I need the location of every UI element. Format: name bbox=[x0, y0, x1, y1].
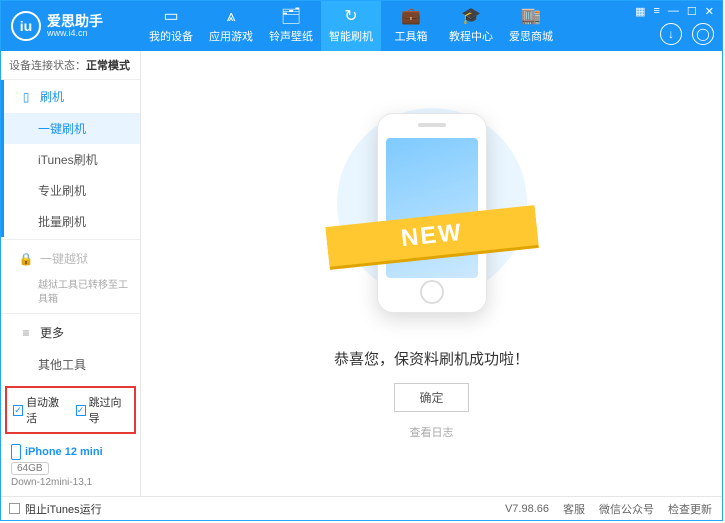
phone-icon: ▯ bbox=[18, 90, 34, 104]
tab-smart-flash[interactable]: ↻智能刷机 bbox=[321, 1, 381, 51]
main-panel: NEW 恭喜您，保资料刷机成功啦！ 确定 查看日志 bbox=[141, 51, 722, 496]
sidebar-section-more: ≡ 更多 其他工具 下载固件 高级功能 bbox=[1, 316, 140, 384]
tab-toolbox[interactable]: 💼工具箱 bbox=[381, 1, 441, 51]
maximize-button[interactable]: ☐ bbox=[687, 5, 697, 18]
sidebar-item-itunes-flash[interactable]: iTunes刷机 bbox=[4, 144, 140, 175]
device-subtitle: Down-12mini-13,1 bbox=[11, 477, 130, 488]
sidebar-header-flash[interactable]: ▯ 刷机 bbox=[4, 80, 140, 113]
store-icon: 🏬 bbox=[521, 8, 541, 28]
sidebar-header-jailbreak[interactable]: 🔒 一键越狱 bbox=[4, 242, 140, 275]
close-button[interactable]: ✕ bbox=[705, 5, 714, 18]
briefcase-icon: 💼 bbox=[401, 8, 421, 28]
check-update-link[interactable]: 检查更新 bbox=[668, 501, 712, 517]
logo: iu 爱思助手 www.i4.cn bbox=[1, 11, 141, 41]
checkbox-block-itunes[interactable]: 阻止iTunes运行 bbox=[9, 501, 102, 517]
tab-tutorials[interactable]: 🎓教程中心 bbox=[441, 1, 501, 51]
skin-button[interactable]: ▦ bbox=[635, 5, 645, 18]
sidebar-section-flash: ▯ 刷机 一键刷机 iTunes刷机 专业刷机 批量刷机 bbox=[1, 80, 140, 237]
minimize-button[interactable]: — bbox=[668, 5, 679, 18]
jailbreak-note: 越狱工具已转移至工具箱 bbox=[4, 275, 140, 311]
grad-cap-icon: 🎓 bbox=[461, 8, 481, 28]
app-url: www.i4.cn bbox=[47, 28, 103, 38]
app-name: 爱思助手 bbox=[47, 14, 103, 28]
options-highlight-box: ✓自动激活 ✓跳过向导 bbox=[5, 386, 136, 434]
version-label: V7.98.66 bbox=[505, 503, 549, 515]
folder-icon: 🗂 bbox=[281, 8, 301, 28]
wechat-link[interactable]: 微信公众号 bbox=[599, 501, 654, 517]
user-icon[interactable]: ◯ bbox=[692, 23, 714, 45]
device-name: iPhone 12 mini bbox=[11, 444, 130, 460]
app-window: iu 爱思助手 www.i4.cn ▭我的设备 ⩓应用游戏 🗂铃声壁纸 ↻智能刷… bbox=[0, 0, 723, 521]
success-message: 恭喜您，保资料刷机成功啦！ bbox=[334, 348, 529, 369]
tab-store[interactable]: 🏬爱思商城 bbox=[501, 1, 561, 51]
device-storage-badge: 64GB bbox=[11, 462, 49, 475]
sidebar-item-other-tools[interactable]: 其他工具 bbox=[4, 349, 140, 380]
sidebar-item-batch-flash[interactable]: 批量刷机 bbox=[4, 206, 140, 237]
checkbox-skip-guide[interactable]: ✓跳过向导 bbox=[76, 394, 129, 426]
device-card[interactable]: iPhone 12 mini 64GB Down-12mini-13,1 bbox=[7, 440, 134, 492]
connection-status: 设备连接状态：正常模式 bbox=[1, 51, 140, 80]
sidebar-header-more[interactable]: ≡ 更多 bbox=[4, 316, 140, 349]
statusbar: 阻止iTunes运行 V7.98.66 客服 微信公众号 检查更新 bbox=[1, 496, 722, 520]
view-log-link[interactable]: 查看日志 bbox=[410, 424, 454, 440]
checkbox-auto-activate[interactable]: ✓自动激活 bbox=[13, 394, 66, 426]
logo-icon: iu bbox=[11, 11, 41, 41]
phone-icon: ▭ bbox=[163, 8, 178, 28]
sidebar-item-download-fw[interactable]: 下载固件 bbox=[4, 380, 140, 384]
titlebar: iu 爱思助手 www.i4.cn ▭我的设备 ⩓应用游戏 🗂铃声壁纸 ↻智能刷… bbox=[1, 1, 722, 51]
body: 设备连接状态：正常模式 ▯ 刷机 一键刷机 iTunes刷机 专业刷机 批量刷机 bbox=[1, 51, 722, 496]
list-icon: ≡ bbox=[18, 326, 34, 340]
download-icon[interactable]: ↓ bbox=[660, 23, 682, 45]
customer-service-link[interactable]: 客服 bbox=[563, 501, 585, 517]
ok-button[interactable]: 确定 bbox=[394, 383, 468, 412]
window-controls: ▦ ≡ — ☐ ✕ ↓ ◯ bbox=[635, 1, 722, 51]
sidebar-item-oneclick-flash[interactable]: 一键刷机 bbox=[4, 113, 140, 144]
tab-apps-games[interactable]: ⩓应用游戏 bbox=[201, 1, 261, 51]
refresh-icon: ↻ bbox=[344, 8, 357, 28]
lock-icon: 🔒 bbox=[18, 252, 34, 266]
tab-my-device[interactable]: ▭我的设备 bbox=[141, 1, 201, 51]
sidebar-section-jailbreak: 🔒 一键越狱 越狱工具已转移至工具箱 bbox=[1, 242, 140, 311]
sidebar: 设备连接状态：正常模式 ▯ 刷机 一键刷机 iTunes刷机 专业刷机 批量刷机 bbox=[1, 51, 141, 496]
menu-button[interactable]: ≡ bbox=[653, 5, 659, 18]
sidebar-item-pro-flash[interactable]: 专业刷机 bbox=[4, 175, 140, 206]
apps-icon: ⩓ bbox=[226, 8, 235, 28]
tab-ringtones[interactable]: 🗂铃声壁纸 bbox=[261, 1, 321, 51]
top-tabs: ▭我的设备 ⩓应用游戏 🗂铃声壁纸 ↻智能刷机 💼工具箱 🎓教程中心 🏬爱思商城 bbox=[141, 1, 561, 51]
success-illustration: NEW bbox=[357, 108, 507, 318]
